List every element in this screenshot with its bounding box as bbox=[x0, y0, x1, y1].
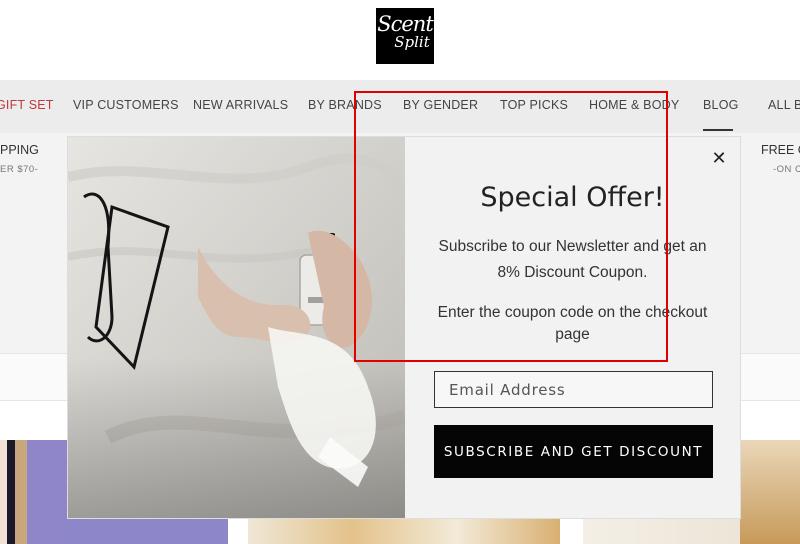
subscribe-button[interactable]: SUBSCRIBE AND GET DISCOUNT bbox=[434, 425, 713, 478]
promo-right-subtext: -ON C bbox=[773, 164, 800, 175]
promo-right-heading: FREE C bbox=[761, 143, 800, 157]
nav-item-all-brands[interactable]: ALL BR bbox=[768, 98, 800, 112]
product-tile-image[interactable] bbox=[0, 440, 68, 544]
logo-line-1: Scent bbox=[377, 12, 434, 36]
nav-item-vip-customers[interactable]: VIP CUSTOMERS bbox=[73, 98, 179, 112]
highlight-box bbox=[354, 91, 668, 362]
product-tile-image[interactable] bbox=[740, 440, 800, 544]
nav-item-gift-set[interactable]: GIFT SET bbox=[0, 98, 54, 112]
close-icon[interactable]: ✕ bbox=[708, 147, 730, 169]
product-tile-image[interactable] bbox=[68, 518, 228, 544]
nav-item-blog[interactable]: BLOG bbox=[703, 98, 739, 112]
site-logo[interactable]: Scent Split bbox=[376, 8, 434, 64]
product-tile-image[interactable] bbox=[248, 518, 560, 544]
nav-item-new-arrivals[interactable]: NEW ARRIVALS bbox=[193, 98, 288, 112]
email-input[interactable] bbox=[434, 371, 713, 408]
promo-left-heading: PPING bbox=[0, 143, 39, 157]
promo-left-subtext: ER $70- bbox=[0, 164, 39, 175]
logo-line-2: Split bbox=[394, 33, 430, 51]
nav-active-indicator bbox=[703, 129, 733, 131]
